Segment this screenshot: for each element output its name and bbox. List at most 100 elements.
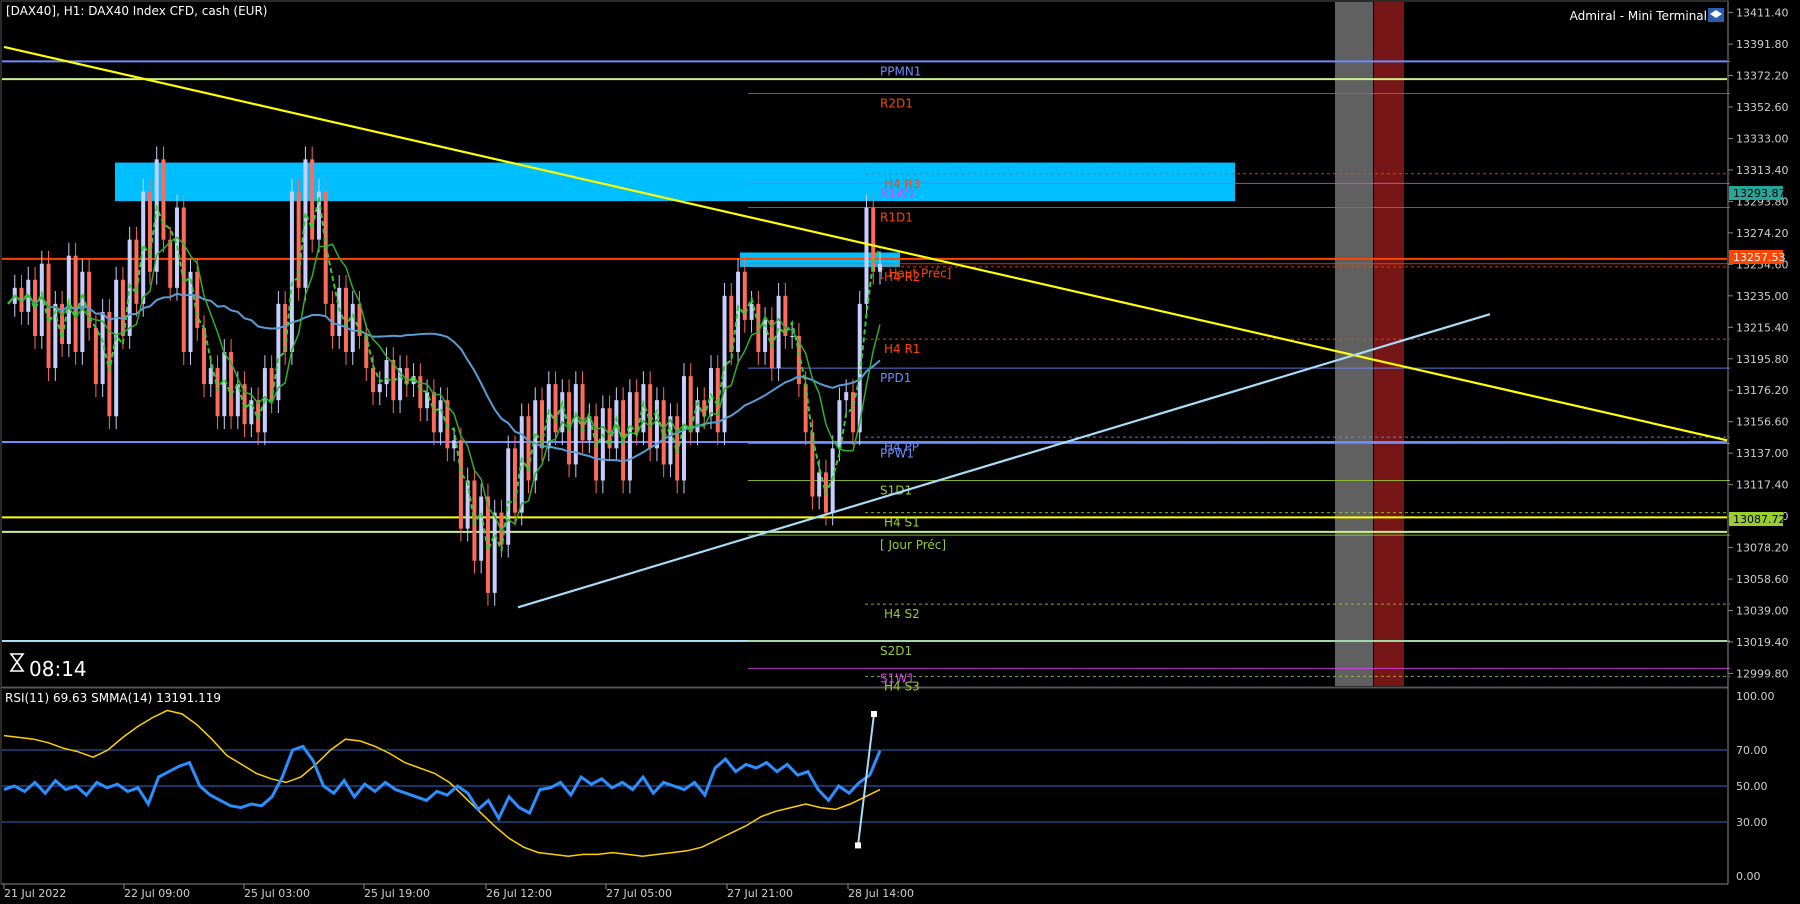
candle-body [790,335,795,337]
svg-text:13087.72: 13087.72 [1733,513,1786,526]
horizontal-lines [2,60,1727,643]
price-tick-label: 13039.00 [1736,605,1789,618]
candle-body [80,271,85,353]
price-tick-label: 13058.60 [1736,573,1789,586]
pivot-label: S2D1 [880,644,912,658]
price-tick-label: 13137.00 [1736,447,1789,460]
candle-body [350,303,355,353]
pivot-label: H4 R2 [884,270,920,284]
price-tick-label: 13215.40 [1736,321,1789,334]
rsi-title: RSI(11) 69.63 SMMA(14) 13191.119 [5,691,221,705]
candle-body [215,368,220,417]
ma-dashed-line [7,196,881,554]
candle-body [736,271,741,353]
rsi-drawn-line [857,713,875,846]
pivot-label: PPW1 [880,447,914,461]
terminal-label: Admiral - Mini Terminal [1570,9,1707,23]
pivot-label: H4 S2 [884,607,920,621]
price-tick-label: 13235.00 [1736,290,1789,303]
candle-body [479,496,484,561]
session-bar-grey [1335,2,1373,686]
time-tick-label: 27 Jul 21:00 [727,887,793,900]
time-tick-label: 25 Jul 19:00 [364,887,430,900]
candle-body [729,295,734,353]
candle-body [384,360,389,385]
price-tick-label: 13313.40 [1736,164,1789,177]
zone-rect [115,162,1235,202]
rsi-indicator: 100.00 70.00 50.00 30.00 0.00 [2,690,1775,883]
candle-body [343,287,348,353]
ma-slow-line [7,292,881,463]
pivot-label: [ Jour Préc] [880,538,946,552]
time-tick-label: 28 Jul 14:00 [848,887,914,900]
price-tick-label: 13117.40 [1736,479,1789,492]
candle-body [418,376,423,409]
pivot-label: H4 S3 [884,679,920,693]
price-tick-label: 13352.60 [1736,101,1789,114]
candle-body [627,392,632,481]
graduation-cap-icon[interactable] [1708,8,1724,22]
price-tick-label: 13156.60 [1736,416,1789,429]
candle-body [512,448,517,513]
rsi-tick-label: 30.00 [1736,816,1768,829]
candle-body [208,368,213,385]
candle-body [878,263,882,272]
candle-body [864,207,869,304]
price-tick-label: 13391.80 [1736,38,1789,51]
price-tick-label: 13176.20 [1736,384,1789,397]
candle-body [519,416,524,513]
smma-line [3,709,881,857]
candle-body [830,448,835,513]
candle-body [431,392,436,433]
candle-body [546,384,551,449]
price-tick-label: 13411.40 [1736,7,1789,20]
price-badge-current: 13257.53 [1729,250,1786,264]
price-tick-label: 13372.20 [1736,70,1789,83]
rsi-anchor [871,711,877,717]
pivot-label: R1D1 [880,211,913,225]
pivot-label: R1W1 [880,186,915,200]
candle-body [688,376,693,433]
candle-body [506,448,511,545]
candle-body [850,392,855,433]
price-tick-label: 13019.40 [1736,636,1789,649]
price-badge-lower: 13087.72 [1729,512,1786,526]
rsi-anchor [855,842,861,849]
time-tick-label: 25 Jul 03:00 [244,887,310,900]
rsi-tick-label: 0.00 [1736,870,1761,883]
candle-body [533,400,538,481]
time-tick-label: 21 Jul 2022 [4,887,66,900]
candle-body [425,392,430,409]
price-tick-label: 13333.00 [1736,132,1789,145]
pivot-label: R2D1 [880,97,913,111]
candle-body [817,472,822,497]
candle-body [438,400,443,433]
candle-body [844,392,849,401]
price-axis: 13411.40 13391.80 13372.20 13352.60 13333.00… [1728,7,1789,680]
rsi-tick-label: 100.00 [1736,690,1775,703]
symbol-header: [DAX40], H1: DAX40 Index CFD, cash (EUR) [6,4,267,18]
candle-body [93,327,98,385]
supply-demand-zones [115,162,1235,267]
pivot-levels: PPMN1R2D1H4 R3R1W1R1D1[ Haut Préc]H4 R2H… [748,60,1730,693]
hourglass-icon [9,653,25,672]
price-tick-label: 12999.80 [1736,667,1789,680]
svg-text:13257.53: 13257.53 [1733,251,1786,264]
time-tick-label: 27 Jul 05:00 [606,887,672,900]
time-axis: 21 Jul 2022 22 Jul 09:00 25 Jul 03:00 25 Ju… [3,884,914,900]
trading-chart[interactable]: PPMN1R2D1H4 R3R1W1R1D1[ Haut Préc]H4 R2H… [0,0,1800,904]
candle-body [654,400,659,449]
time-tick-label: 22 Jul 09:00 [124,887,190,900]
candle-body [330,303,335,336]
candle-body [709,368,714,417]
moving-averages [7,196,881,554]
candle-body [371,368,376,393]
candle-body [269,368,274,401]
pivot-label: PPMN1 [880,64,921,78]
rsi-line [3,744,882,822]
main-panel-frame [0,0,1729,688]
candle-body [283,303,288,353]
candle-body [600,408,605,481]
candle-body [168,239,173,288]
rsi-tick-label: 70.00 [1736,744,1768,757]
